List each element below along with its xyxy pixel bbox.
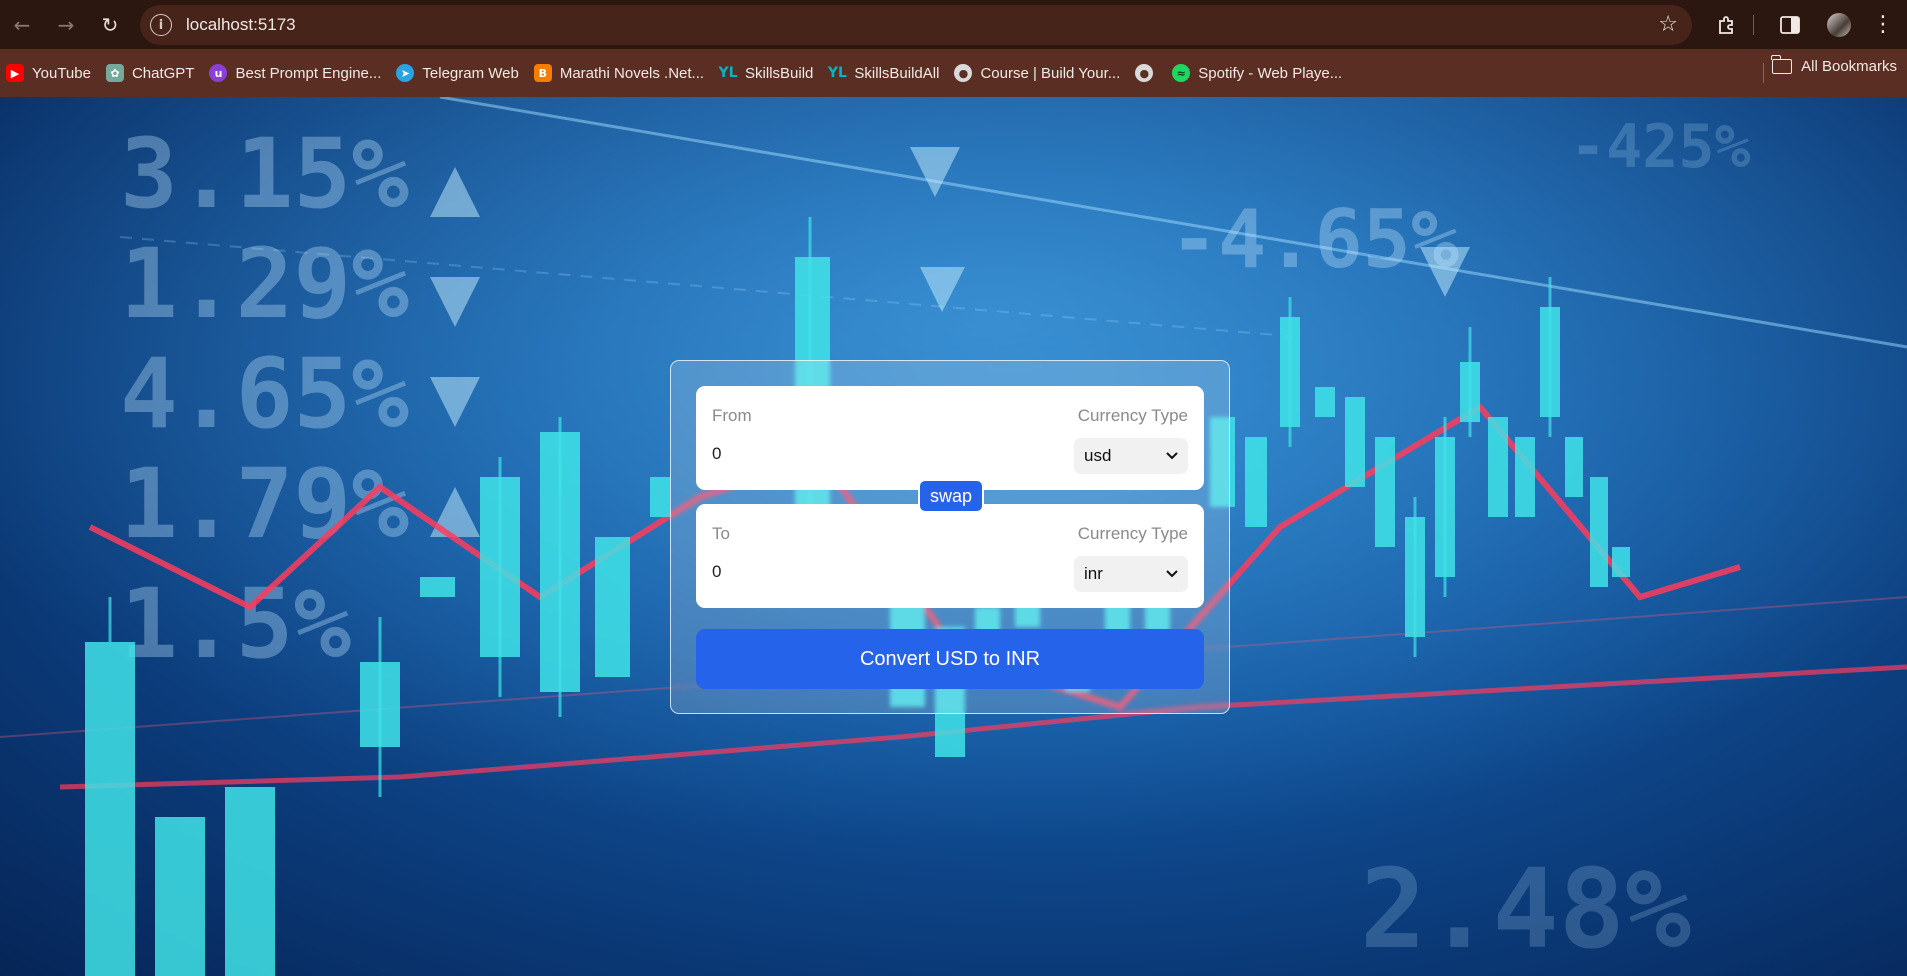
side-panel-button[interactable]	[1775, 0, 1805, 49]
toolbar-divider	[1746, 0, 1760, 49]
bookmark-skillsbuildall[interactable]: YL SkillsBuildAll	[822, 58, 948, 88]
from-currency-select[interactable]: usd	[1074, 438, 1188, 474]
swap-button[interactable]: swap	[918, 479, 984, 513]
bookmark-telegram[interactable]: ➤ Telegram Web	[390, 58, 527, 88]
profile-button[interactable]	[1824, 0, 1854, 49]
chevron-down-icon	[1166, 452, 1178, 460]
to-currency-select[interactable]: inr	[1074, 556, 1188, 592]
telegram-icon: ➤	[396, 64, 415, 82]
bookmark-best-prompt[interactable]: u Best Prompt Engine...	[203, 58, 390, 88]
from-currency-box: From Currency Type 0 usd	[696, 386, 1204, 490]
skillsbuild-icon: YL	[827, 65, 847, 81]
from-currency-value: usd	[1084, 446, 1112, 465]
svg-text:1.5%: 1.5%	[120, 568, 351, 680]
to-currency-value: inr	[1084, 564, 1103, 583]
bookmark-label: Marathi Novels .Net...	[559, 64, 705, 82]
spotify-icon: ≈	[1172, 64, 1191, 82]
kebab-menu-icon: ⋮	[1872, 12, 1894, 37]
url-text[interactable]: localhost:5173	[186, 15, 296, 35]
bookmark-label: YouTube	[32, 64, 91, 82]
from-label: From	[712, 406, 752, 425]
browser-toolbar: ← → ↻ i localhost:5173 ☆ ⋮	[0, 0, 1907, 49]
arrow-left-icon: ←	[13, 12, 31, 37]
bookmark-label: Spotify - Web Playe...	[1198, 64, 1343, 82]
prompt-icon: u	[209, 64, 228, 82]
to-amount-input[interactable]: 0	[712, 562, 1012, 582]
star-icon[interactable]: ☆	[1658, 12, 1678, 37]
all-bookmarks-label: All Bookmarks	[1801, 58, 1897, 75]
bookmark-youtube[interactable]: ▶ YouTube	[0, 58, 100, 88]
to-currency-box: To Currency Type 0 inr	[696, 504, 1204, 608]
bookmark-course[interactable]: ● Course | Build Your...	[948, 58, 1129, 88]
bookmarks-bar: ▶ YouTube ✿ ChatGPT u Best Prompt Engine…	[0, 49, 1907, 97]
convert-button[interactable]: Convert USD to INR	[696, 629, 1204, 689]
side-panel-icon	[1780, 15, 1800, 34]
from-currency-type-label: Currency Type	[1077, 406, 1188, 425]
globe-icon: ●	[954, 64, 973, 82]
bookmark-label: ChatGPT	[131, 64, 195, 82]
svg-text:3.15%: 3.15%	[120, 118, 409, 230]
puzzle-icon	[1719, 15, 1733, 34]
extensions-button[interactable]	[1712, 0, 1742, 49]
bookmark-skillsbuild[interactable]: YL SkillsBuild	[713, 58, 822, 88]
avatar	[1827, 12, 1851, 37]
bookmark-chatgpt[interactable]: ✿ ChatGPT	[100, 58, 204, 88]
svg-text:2.48%: 2.48%	[1360, 845, 1691, 973]
back-button[interactable]: ←	[0, 0, 44, 49]
chatgpt-icon: ✿	[105, 64, 124, 82]
reload-icon: ↻	[101, 12, 119, 37]
bookmark-label: SkillsBuild	[745, 64, 814, 82]
folder-icon	[1771, 55, 1793, 74]
forward-button[interactable]: →	[44, 0, 88, 49]
svg-text:4.65%: 4.65%	[120, 338, 409, 450]
to-label: To	[712, 524, 730, 543]
reload-button[interactable]: ↻	[88, 0, 132, 49]
currency-converter-card: From Currency Type 0 usd To Currency Typ…	[670, 360, 1230, 714]
bookmark-marathi-novels[interactable]: B Marathi Novels .Net...	[528, 58, 713, 88]
chevron-down-icon	[1166, 570, 1178, 578]
bookmark-label: Best Prompt Engine...	[235, 64, 382, 82]
info-icon[interactable]: i	[150, 14, 172, 36]
bookmark-globe[interactable]: ●	[1129, 58, 1166, 88]
youtube-icon: ▶	[6, 64, 24, 82]
bookmarks-divider	[1763, 63, 1764, 83]
svg-text:-425%: -425%	[1570, 112, 1751, 182]
svg-text:1.29%: 1.29%	[120, 228, 409, 340]
to-currency-type-label: Currency Type	[1077, 524, 1188, 543]
bookmark-spotify[interactable]: ≈ Spotify - Web Playe...	[1166, 58, 1351, 88]
bookmark-label: Course | Build Your...	[980, 64, 1121, 82]
from-amount-input[interactable]: 0	[712, 444, 1012, 464]
arrow-right-icon: →	[57, 12, 75, 37]
bookmark-label: SkillsBuildAll	[854, 64, 940, 82]
address-bar[interactable]: i localhost:5173 ☆	[140, 5, 1692, 45]
skillsbuild-icon: YL	[718, 65, 738, 81]
all-bookmarks-button[interactable]: All Bookmarks	[1771, 55, 1897, 75]
bookmark-label: Telegram Web	[422, 64, 519, 82]
svg-text:-4.65%: -4.65%	[1170, 193, 1459, 286]
blogger-icon: B	[533, 64, 552, 82]
menu-button[interactable]: ⋮	[1868, 0, 1898, 49]
globe-icon: ●	[1135, 64, 1154, 82]
